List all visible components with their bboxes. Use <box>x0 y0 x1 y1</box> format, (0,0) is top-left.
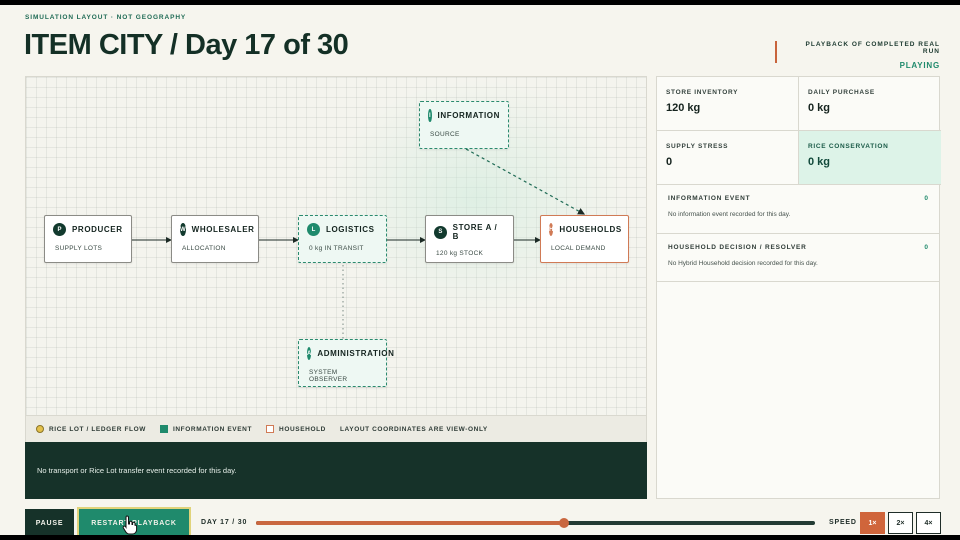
edge-information-households <box>465 148 586 215</box>
node-wholesaler-name: WHOLESALER <box>191 225 255 234</box>
household-swatch-icon <box>266 425 275 433</box>
node-logistics-sub: 0 kg IN TRANSIT <box>309 245 364 252</box>
information-event-count: 0 <box>924 195 928 202</box>
map-legend: RICE LOT / LEDGER FLOW INFORMATION EVENT… <box>25 416 647 442</box>
pause-button[interactable]: PAUSE <box>25 509 74 535</box>
information-event-section: INFORMATION EVENT 0 No information event… <box>657 185 939 234</box>
node-store-name: STORE A / B <box>452 223 498 241</box>
legend-household: HOUSEHOLD <box>266 425 326 433</box>
node-store-sub: 120 kg STOCK <box>436 250 484 257</box>
metric-value: 0 <box>666 156 673 168</box>
speed-4x-button[interactable]: 4× <box>916 512 941 534</box>
household-decision-section: HOUSEHOLD DECISION / RESOLVER 0 No Hybri… <box>657 234 939 282</box>
day-counter: DAY 17 / 30 <box>201 519 248 526</box>
transport-event-log: No transport or Rice Lot transfer event … <box>25 442 647 499</box>
node-logistics-name: LOGISTICS <box>326 225 375 234</box>
node-information-name: INFORMATION <box>437 111 500 120</box>
layout-eyebrow: SIMULATION LAYOUT · NOT GEOGRAPHY <box>25 14 187 21</box>
node-producer-name: PRODUCER <box>72 225 123 234</box>
node-households-name: HOUSEHOLDS <box>559 225 622 234</box>
wholesaler-badge-icon: W <box>180 223 186 236</box>
information-event-body: No information event recorded for this d… <box>668 211 791 218</box>
households-badge-icon: H <box>549 223 554 236</box>
metric-label: SUPPLY STRESS <box>666 143 729 150</box>
page-title: ITEM CITY / Day 17 of 30 <box>24 29 349 61</box>
legend-rice-lot: RICE LOT / LEDGER FLOW <box>36 425 146 433</box>
node-store[interactable]: S STORE A / B 120 kg STOCK <box>425 215 514 263</box>
node-information-sub: SOURCE <box>430 131 460 138</box>
metric-value: 120 kg <box>666 102 701 114</box>
metric-label: RICE CONSERVATION <box>808 143 889 150</box>
node-administration-name: ADMINISTRATION <box>317 349 395 358</box>
information-event-swatch-icon <box>159 425 168 433</box>
rice-lot-swatch-icon <box>36 425 44 433</box>
node-producer[interactable]: P PRODUCER SUPPLY LOTS <box>44 215 132 263</box>
speed-1x-button[interactable]: 1× <box>860 512 885 534</box>
household-decision-body: No Hybrid Household decision recorded fo… <box>668 260 818 267</box>
household-decision-count: 0 <box>924 244 928 251</box>
playback-status-label: PLAYBACK OF COMPLETED REAL RUN <box>805 41 940 55</box>
node-producer-sub: SUPPLY LOTS <box>55 245 103 252</box>
app-window: SIMULATION LAYOUT · NOT GEOGRAPHY ITEM C… <box>0 5 960 535</box>
playback-status-value: PLAYING <box>899 61 940 70</box>
metric-rice-conservation: RICE CONSERVATION 0 kg <box>799 131 941 185</box>
node-logistics[interactable]: L LOGISTICS 0 kg IN TRANSIT <box>298 215 387 263</box>
legend-note-label: LAYOUT COORDINATES ARE VIEW-ONLY <box>339 425 488 433</box>
legend-rice-lot-label: RICE LOT / LEDGER FLOW <box>49 425 146 433</box>
metric-store-inventory: STORE INVENTORY 120 kg <box>657 77 799 131</box>
node-administration[interactable]: A ADMINISTRATION SYSTEM OBSERVER <box>298 339 394 387</box>
logistics-badge-icon: L <box>307 223 320 236</box>
legend-information-event-label: INFORMATION EVENT <box>172 425 253 433</box>
node-administration-sub: SYSTEM OBSERVER <box>309 369 348 383</box>
hand-cursor-icon <box>122 515 138 535</box>
legend-information-event: INFORMATION EVENT <box>159 425 253 433</box>
metric-value: 0 kg <box>808 156 831 168</box>
speed-2x-button[interactable]: 2× <box>888 512 913 534</box>
information-badge-icon: I <box>428 109 432 122</box>
metric-label: DAILY PURCHASE <box>808 89 875 96</box>
simulation-map: P PRODUCER SUPPLY LOTS W WHOLESALER ALLO… <box>25 76 647 416</box>
node-households-sub: LOCAL DEMAND <box>551 245 606 252</box>
information-event-title: INFORMATION EVENT <box>668 195 751 202</box>
node-information[interactable]: I INFORMATION SOURCE <box>419 101 509 149</box>
side-panel: STORE INVENTORY 120 kg DAILY PURCHASE 0 … <box>656 76 941 499</box>
node-wholesaler[interactable]: W WHOLESALER ALLOCATION <box>171 215 259 263</box>
day-slider-handle[interactable] <box>559 518 570 528</box>
node-wholesaler-sub: ALLOCATION <box>182 245 226 252</box>
administration-badge-icon: A <box>307 347 312 360</box>
legend-household-label: HOUSEHOLD <box>279 425 326 433</box>
node-households[interactable]: H HOUSEHOLDS LOCAL DEMAND <box>540 215 629 263</box>
legend-note: LAYOUT COORDINATES ARE VIEW-ONLY <box>340 426 488 433</box>
store-badge-icon: S <box>434 225 447 239</box>
metric-label: STORE INVENTORY <box>666 89 739 96</box>
metric-value: 0 kg <box>808 102 831 114</box>
playback-status: PLAYBACK OF COMPLETED REAL RUN PLAYING <box>775 41 940 70</box>
metric-supply-stress: SUPPLY STRESS 0 <box>657 131 799 185</box>
metrics-grid: STORE INVENTORY 120 kg DAILY PURCHASE 0 … <box>657 77 941 185</box>
household-decision-title: HOUSEHOLD DECISION / RESOLVER <box>668 244 807 251</box>
speed-label: SPEED <box>829 519 857 526</box>
producer-badge-icon: P <box>53 223 66 236</box>
day-slider-fill <box>256 521 565 525</box>
day-slider[interactable] <box>256 518 815 528</box>
metric-daily-purchase: DAILY PURCHASE 0 kg <box>799 77 941 131</box>
